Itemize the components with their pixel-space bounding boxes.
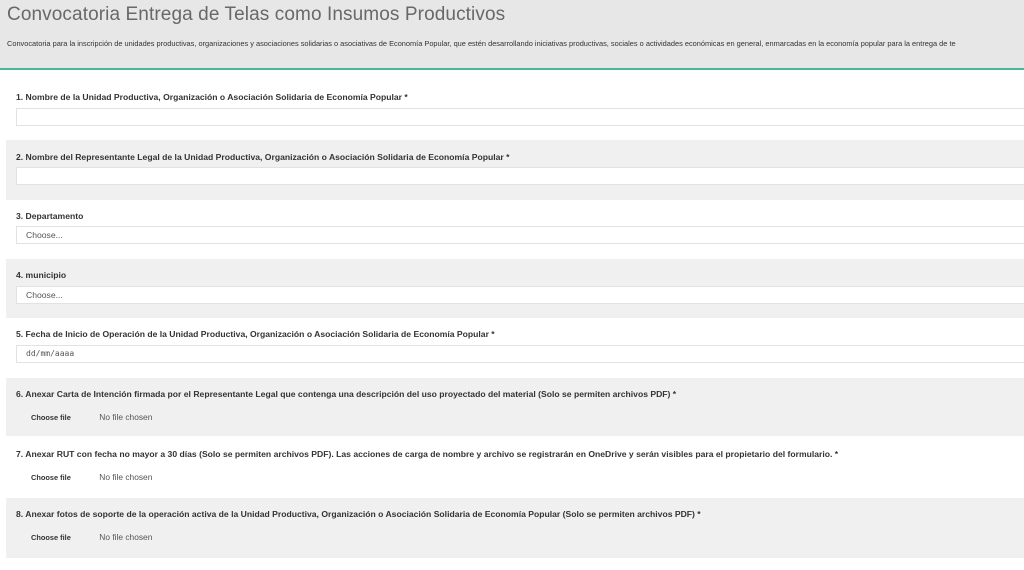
legal-rep-input[interactable] bbox=[16, 167, 1024, 185]
form-title: Convocatoria Entrega de Telas como Insum… bbox=[7, 4, 506, 25]
unit-name-input[interactable] bbox=[16, 108, 1024, 126]
choose-file-button[interactable]: Choose file bbox=[31, 413, 71, 422]
file-status: No file chosen bbox=[99, 472, 153, 482]
question-label: 3. Departamento bbox=[16, 211, 84, 221]
question-label: 7. Anexar RUT con fecha no mayor a 30 dí… bbox=[16, 449, 839, 459]
municipality-select[interactable]: Choose... bbox=[16, 286, 1024, 304]
form-header: Convocatoria Entrega de Telas como Insum… bbox=[0, 0, 1024, 70]
question-label: 1. Nombre de la Unidad Productiva, Organ… bbox=[16, 92, 408, 102]
question-1: 1. Nombre de la Unidad Productiva, Organ… bbox=[6, 80, 1024, 138]
question-label: 8. Anexar fotos de soporte de la operaci… bbox=[16, 509, 701, 519]
form-description: Convocatoria para la inscripción de unid… bbox=[7, 39, 956, 48]
start-date-input[interactable]: dd/mm/aaaa bbox=[16, 345, 1024, 363]
file-status: No file chosen bbox=[99, 532, 153, 542]
rut-file-upload: Choose file No file chosen bbox=[31, 467, 152, 483]
question-5: 5. Fecha de Inicio de Operación de la Un… bbox=[6, 318, 1024, 376]
question-8: 8. Anexar fotos de soporte de la operaci… bbox=[6, 498, 1024, 558]
question-label: 4. municipio bbox=[16, 270, 67, 280]
question-6: 6. Anexar Carta de Intención firmada por… bbox=[6, 378, 1024, 436]
question-7: 7. Anexar RUT con fecha no mayor a 30 dí… bbox=[6, 438, 1024, 496]
question-2: 2. Nombre del Representante Legal de la … bbox=[6, 140, 1024, 200]
choose-file-button[interactable]: Choose file bbox=[31, 473, 71, 482]
question-4: 4. municipio Choose... bbox=[6, 259, 1024, 318]
form-page: Convocatoria Entrega de Telas como Insum… bbox=[0, 0, 1024, 570]
file-status: No file chosen bbox=[99, 412, 153, 422]
question-3: 3. Departamento Choose... bbox=[6, 200, 1024, 258]
question-label: 5. Fecha de Inicio de Operación de la Un… bbox=[16, 329, 495, 339]
photos-file-upload: Choose file No file chosen bbox=[31, 527, 152, 543]
question-label: 2. Nombre del Representante Legal de la … bbox=[16, 152, 510, 162]
question-label: 6. Anexar Carta de Intención firmada por… bbox=[16, 389, 677, 399]
letter-file-upload: Choose file No file chosen bbox=[31, 407, 152, 423]
choose-file-button[interactable]: Choose file bbox=[31, 533, 71, 542]
department-select[interactable]: Choose... bbox=[16, 226, 1024, 244]
